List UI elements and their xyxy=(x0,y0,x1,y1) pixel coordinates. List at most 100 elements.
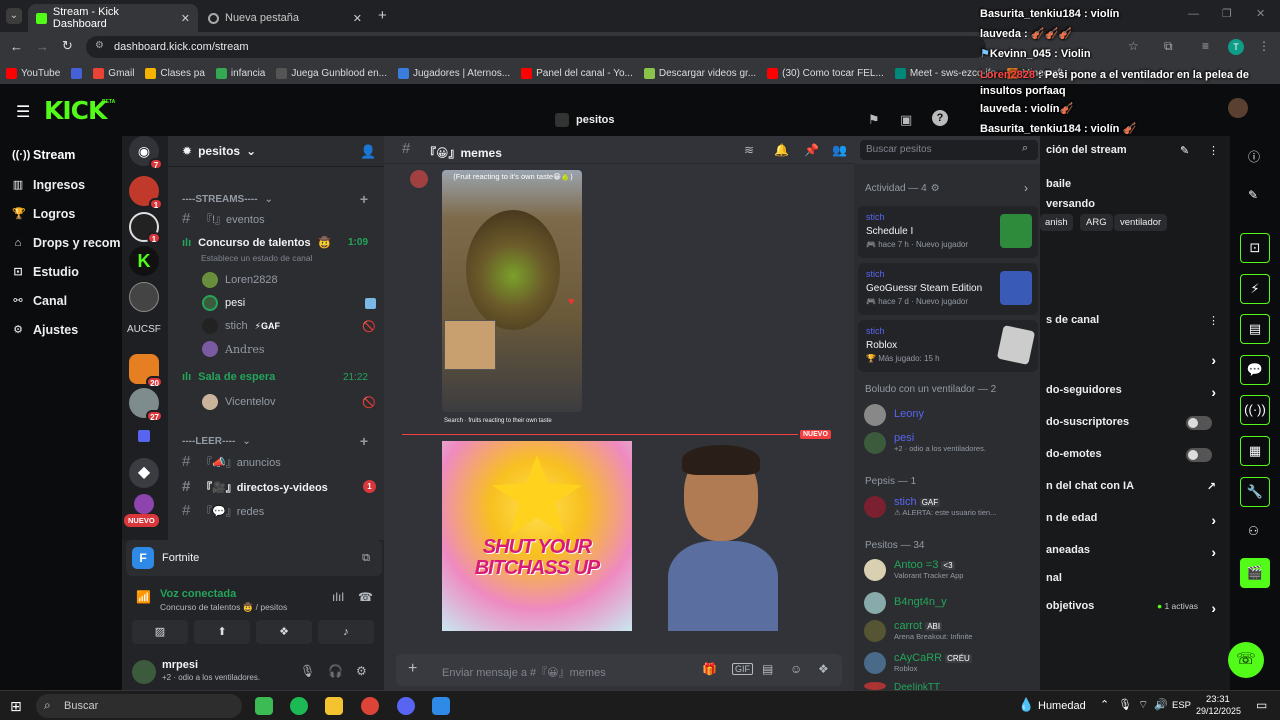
clip-button[interactable]: ⊡ xyxy=(1240,233,1270,263)
microphone-icon[interactable]: 🎙 xyxy=(1118,698,1132,711)
bookmark-item[interactable]: Panel del canal - Yo... xyxy=(521,67,633,79)
edit-icon[interactable]: ✎ xyxy=(1248,188,1258,202)
disconnect-icon[interactable]: ☎ xyxy=(358,590,373,604)
gift-icon[interactable]: 🎁 xyxy=(702,662,717,676)
inbox-icon[interactable]: ▣ xyxy=(900,112,912,128)
nav-drops[interactable]: ⌂ Drops y recom xyxy=(12,236,121,250)
chrome-icon[interactable] xyxy=(361,697,379,715)
minimize-icon[interactable]: — xyxy=(1188,8,1199,20)
toggle-switch[interactable] xyxy=(1186,448,1212,462)
wifi-icon[interactable]: ⌔ xyxy=(1138,698,1148,712)
info-icon[interactable]: ⓘ xyxy=(1248,148,1260,165)
folder-icon[interactable] xyxy=(138,430,150,442)
taskbar-app-icon[interactable] xyxy=(255,697,273,715)
add-channel-icon[interactable]: + xyxy=(360,191,368,207)
emoji-icon[interactable]: ☺ xyxy=(790,662,802,676)
voice-channel-concurso[interactable]: ılı Concurso de talentos 🤠 1:09 xyxy=(182,236,382,250)
bookmark-item[interactable]: YouTube xyxy=(6,67,60,79)
nav-logros[interactable]: 🏆 Logros xyxy=(12,207,75,221)
channel-redes[interactable]: # 『💬』redes xyxy=(182,502,382,519)
apps-icon[interactable]: ❖ xyxy=(818,662,829,676)
nav-ingresos[interactable]: ▥ Ingresos xyxy=(12,178,85,192)
settings-icon[interactable]: ⚙ xyxy=(356,664,367,678)
lightning-button[interactable]: ⚡ xyxy=(1240,274,1270,304)
flag-icon[interactable]: ⚑ xyxy=(868,112,880,128)
nav-stream[interactable]: ((·)) Stream xyxy=(12,148,75,162)
forward-icon[interactable]: → xyxy=(36,39,49,54)
member-item[interactable]: Leony xyxy=(864,404,1044,426)
clapper-button[interactable]: 🎬 xyxy=(1240,558,1270,588)
more-options-icon[interactable]: ⋮ xyxy=(1208,144,1219,157)
add-attachment-icon[interactable]: + xyxy=(408,660,417,678)
sticker-icon[interactable]: ▤ xyxy=(762,662,773,676)
windows-start-icon[interactable]: ⊞ xyxy=(10,698,22,715)
chat-button[interactable]: 💬 xyxy=(1240,355,1270,385)
member-item[interactable]: carrot ABI Arena Breakout: Infinite xyxy=(864,620,1044,642)
server-icon[interactable] xyxy=(134,494,154,514)
spotify-icon[interactable] xyxy=(290,697,308,715)
gear-icon[interactable]: ⚙ xyxy=(931,183,940,194)
nav-estudio[interactable]: ⊡ Estudio xyxy=(12,265,78,279)
category-streams[interactable]: ----STREAMS---- ⌄ + xyxy=(182,191,382,207)
tab-kick-dashboard[interactable]: Stream - Kick Dashboard ✕ xyxy=(28,4,198,32)
bookmark-item[interactable]: Gmail xyxy=(93,67,134,79)
microphone-icon[interactable]: 🎙 xyxy=(300,664,315,678)
video-embed[interactable]: (Fruit reacting to it's own taste😁🍐) ♥ S… xyxy=(442,170,582,412)
chevron-right-icon[interactable]: › xyxy=(1024,181,1028,195)
soundboard-button[interactable]: ♪ xyxy=(318,620,374,644)
mode-row[interactable]: n del chat con IA ↗ xyxy=(1046,480,1224,494)
kick-logo[interactable]: KICK xyxy=(44,96,107,125)
mode-row[interactable]: do-seguidores › xyxy=(1046,384,1224,400)
member-item[interactable]: cAyCaRR CRÉU Roblox xyxy=(864,652,1044,674)
tab-search-button[interactable]: ⌄ xyxy=(6,8,22,24)
mode-row[interactable]: n de edad › xyxy=(1046,512,1224,528)
chevron-up-icon[interactable]: ⌃ xyxy=(1100,698,1109,711)
channel-directos[interactable]: # 『🎥』directos-y-videos 1 xyxy=(182,478,382,495)
notification-bell-icon[interactable]: 🔔 xyxy=(774,143,789,157)
pin-icon[interactable]: 📌 xyxy=(804,143,819,157)
message-input[interactable]: + Enviar mensaje a #『😀』memes 🎁 GIF ▤ ☺ ❖ xyxy=(396,654,842,686)
maximize-icon[interactable]: ❐ xyxy=(1222,7,1232,20)
bookmark-item[interactable]: Jugadores | Aternos... xyxy=(398,67,510,79)
voice-channel-sala[interactable]: ılı Sala de espera 21:22 xyxy=(182,371,382,383)
toggle-switch[interactable] xyxy=(1186,416,1212,430)
hamburger-menu-icon[interactable]: ☰ xyxy=(16,102,30,122)
file-explorer-icon[interactable] xyxy=(325,697,343,715)
add-channel-icon[interactable]: + xyxy=(360,433,368,449)
server-icon[interactable]: 27 xyxy=(129,388,163,422)
clock-time[interactable]: 23:31 xyxy=(1206,694,1230,705)
discord-home-icon[interactable]: ◉ 7 xyxy=(129,136,163,170)
server-header[interactable]: ✹ pesitos ⌄ xyxy=(182,144,256,158)
address-bar[interactable]: ⚙ dashboard.kick.com/stream xyxy=(86,36,986,58)
mode-row[interactable]: do-emotes xyxy=(1046,448,1224,462)
notification-icon[interactable]: ▭ xyxy=(1256,698,1267,712)
menu-icon[interactable]: ⋮ xyxy=(1258,39,1270,53)
activity-card[interactable]: stich Schedule I 🎮 hace 7 h · Nuevo juga… xyxy=(858,206,1038,258)
activity-card[interactable]: F Fortnite ⧉ xyxy=(126,540,382,576)
site-info-icon[interactable]: ⚙ xyxy=(95,40,104,51)
discord-icon[interactable] xyxy=(397,697,415,715)
extensions-icon[interactable]: ⧉ xyxy=(1164,39,1173,54)
profile-avatar[interactable]: T xyxy=(1228,39,1244,55)
server-label-aucsf[interactable]: AUCSF xyxy=(127,324,161,335)
close-tab-icon[interactable]: ✕ xyxy=(353,12,362,25)
add-member-icon[interactable]: 👤 xyxy=(360,144,376,160)
more-options-icon[interactable]: ⋮ xyxy=(1208,314,1219,327)
bookmark-item[interactable]: infancia xyxy=(215,67,265,79)
help-icon[interactable]: ? xyxy=(932,110,948,126)
activity-card[interactable]: stich Roblox 🏆 Más jugado: 15 h xyxy=(858,320,1038,372)
mode-row[interactable]: objetivos ● 1 activas › xyxy=(1046,600,1224,616)
support-chat-button[interactable]: ☏ xyxy=(1228,642,1264,678)
channel-anuncios[interactable]: # 『📣』anuncios xyxy=(182,453,382,470)
close-tab-icon[interactable]: ✕ xyxy=(181,12,190,25)
tools-button[interactable]: 🔧 xyxy=(1240,477,1270,507)
mode-row[interactable]: › xyxy=(1046,352,1224,368)
bookmark-star-icon[interactable]: ☆ xyxy=(1128,39,1139,53)
camera-off-button[interactable]: ▨ xyxy=(132,620,188,644)
new-tab-button[interactable]: + xyxy=(378,7,387,24)
notes-button[interactable]: ▤ xyxy=(1240,314,1270,344)
voice-user[interactable]: Andres xyxy=(202,341,402,357)
member-item[interactable]: B4ngt4n_y xyxy=(864,592,1044,614)
user-avatar[interactable] xyxy=(1228,98,1248,118)
voice-user[interactable]: Vicentelov 🚫 xyxy=(202,394,402,410)
